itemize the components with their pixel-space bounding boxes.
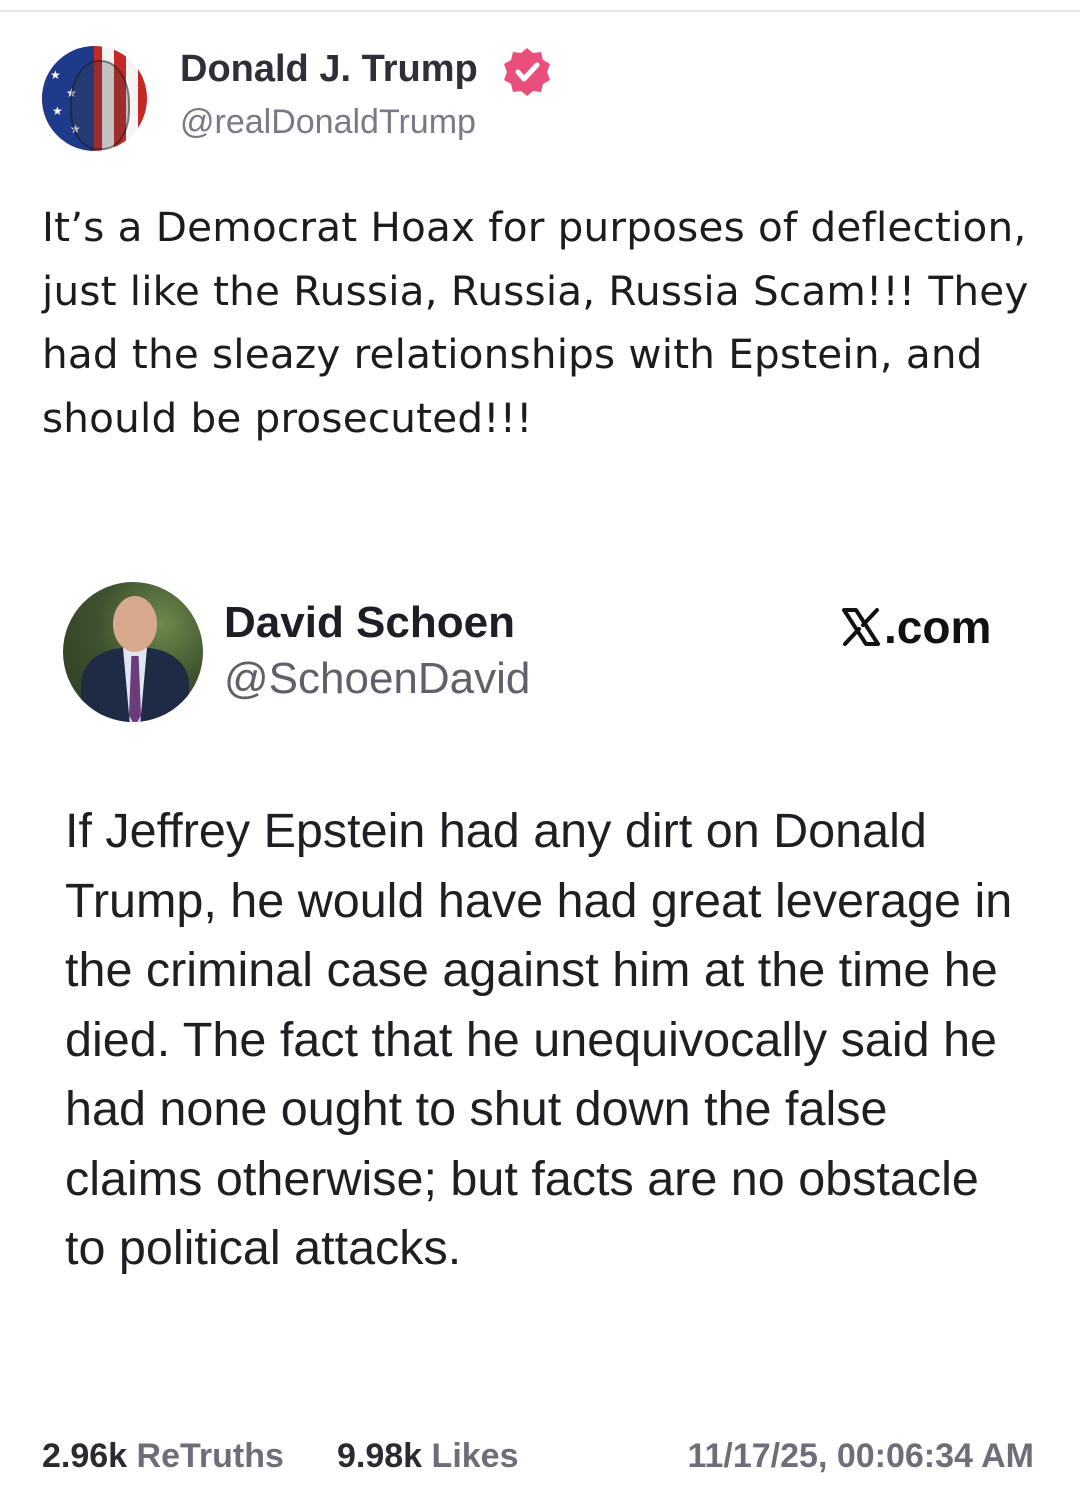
source-label: .com <box>884 601 992 653</box>
post-stats-bar: 2.96k ReTruths 9.98k Likes 11/17/25, 00:… <box>42 1437 1042 1481</box>
likes-stat[interactable]: 9.98k Likes <box>337 1437 519 1476</box>
star-icon: ★ <box>52 104 63 118</box>
quote-body-text: If Jeffrey Epstein had any dirt on Donal… <box>65 804 1013 1275</box>
post-body-text: It’s a Democrat Hoax for purposes of def… <box>42 203 1029 442</box>
retruths-label: ReTruths <box>136 1437 284 1475</box>
post-timestamp[interactable]: 11/17/25, 00:06:34 AM <box>687 1437 1034 1476</box>
source-link[interactable]: .com <box>840 600 991 654</box>
top-divider <box>0 0 1080 12</box>
portrait-overlay <box>70 60 130 150</box>
likes-label: Likes <box>431 1437 519 1475</box>
quote-author-name[interactable]: David Schoen <box>224 598 515 648</box>
retruths-stat[interactable]: 2.96k ReTruths <box>42 1437 284 1476</box>
x-logo-icon <box>842 608 880 646</box>
author-avatar[interactable]: ★ ★ ★ ★ <box>42 46 147 151</box>
quote-author-handle[interactable]: @SchoenDavid <box>224 654 530 704</box>
likes-count: 9.98k <box>337 1437 423 1475</box>
verified-badge-icon <box>504 48 550 96</box>
author-handle[interactable]: @realDonaldTrump <box>180 103 476 142</box>
retruths-count: 2.96k <box>42 1437 128 1475</box>
author-display-name[interactable]: Donald J. Trump <box>180 48 478 91</box>
quote-author-avatar[interactable] <box>63 582 203 722</box>
star-icon: ★ <box>50 68 61 82</box>
